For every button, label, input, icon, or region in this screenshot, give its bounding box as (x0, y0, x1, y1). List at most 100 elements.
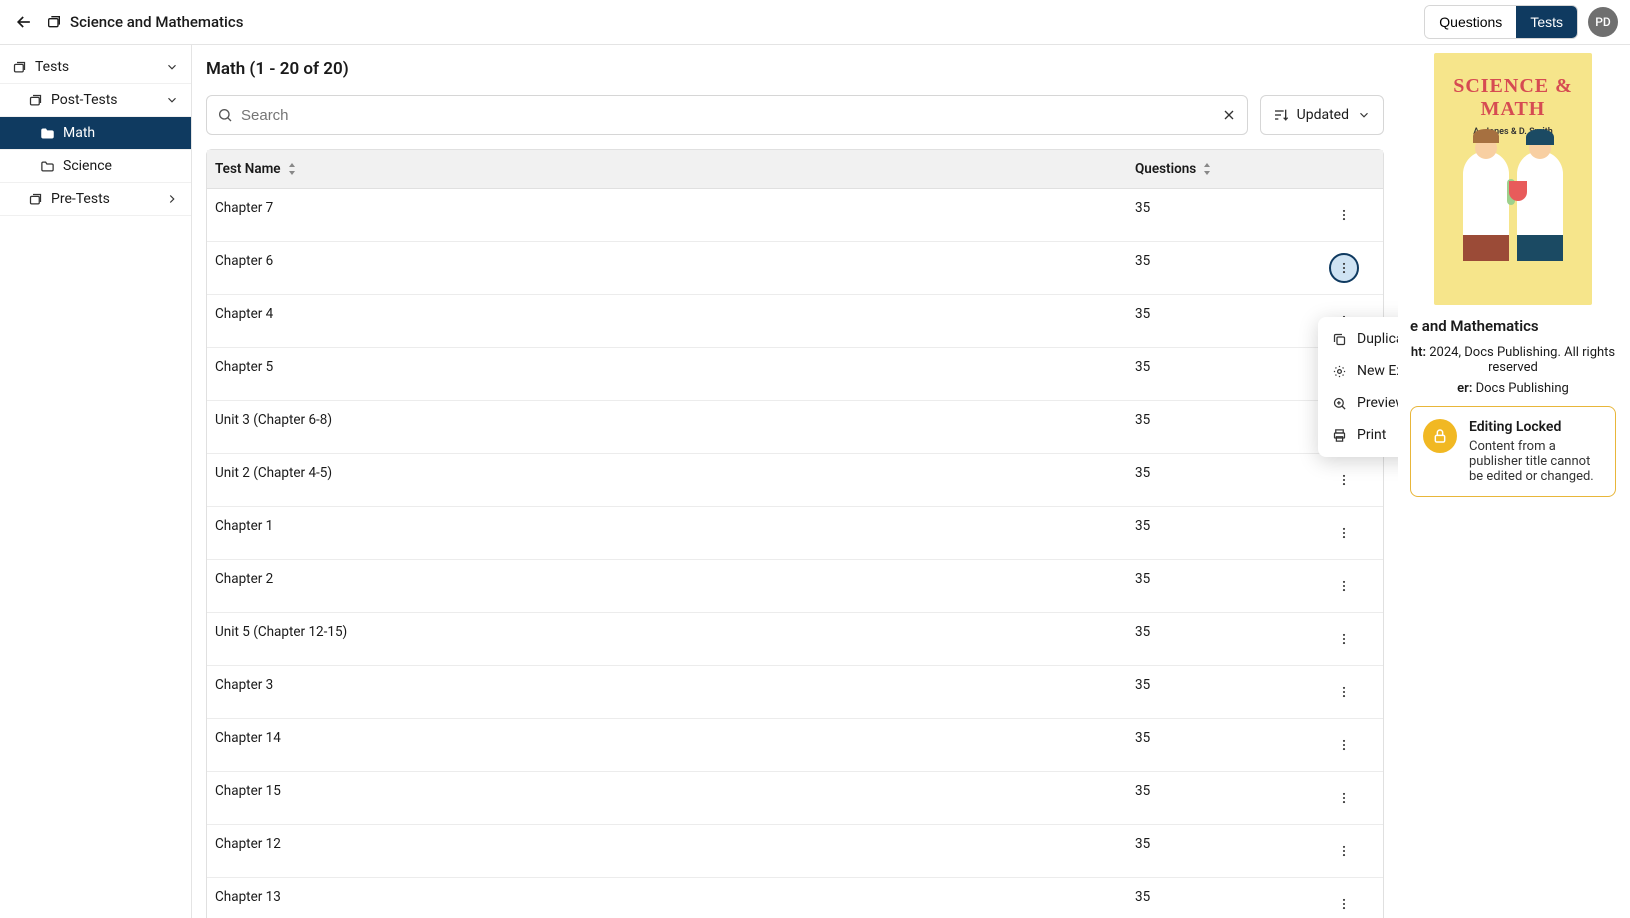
table-row[interactable]: Chapter 1335 (207, 878, 1383, 918)
close-icon (1221, 107, 1237, 123)
stack-icon (28, 192, 43, 207)
row-actions-menu: Duplicate New Exam Preview Print (1318, 317, 1398, 457)
cell-test-name: Chapter 13 (207, 878, 1127, 918)
lock-title: Editing Locked (1469, 419, 1603, 435)
print-icon (1332, 428, 1347, 443)
table-row[interactable]: Chapter 635 (207, 242, 1383, 295)
search-input[interactable] (233, 107, 1221, 124)
row-actions-button[interactable] (1329, 783, 1359, 813)
row-actions-button[interactable] (1329, 253, 1359, 283)
cell-test-name: Chapter 7 (207, 189, 1127, 241)
magic-icon (1332, 364, 1347, 379)
toggle-tests[interactable]: Tests (1516, 6, 1577, 38)
column-test-name[interactable]: Test Name (207, 150, 1127, 188)
book-cover: SCIENCE & MATH A. Jones & D. Smith (1434, 53, 1592, 305)
row-actions-button[interactable] (1329, 200, 1359, 230)
row-actions-button[interactable] (1329, 624, 1359, 654)
menu-print[interactable]: Print (1318, 419, 1398, 451)
page-breadcrumb-title: Science and Mathematics (70, 13, 243, 31)
menu-duplicate-label: Duplicate (1357, 331, 1398, 347)
table-row[interactable]: Unit 5 (Chapter 12-15)35 (207, 613, 1383, 666)
sidebar-item-label: Science (63, 158, 112, 174)
cell-actions (1305, 666, 1383, 718)
zoom-icon (1332, 396, 1347, 411)
cell-test-name: Chapter 15 (207, 772, 1127, 824)
column-test-name-label: Test Name (215, 161, 281, 177)
table-row[interactable]: Chapter 135 (207, 507, 1383, 560)
table-row[interactable]: Chapter 735 (207, 189, 1383, 242)
cell-actions (1305, 242, 1383, 294)
sidebar-item-science[interactable]: Science (0, 150, 191, 183)
cover-illustration (1463, 151, 1563, 261)
column-questions[interactable]: Questions (1127, 150, 1305, 188)
sidebar-item-math[interactable]: Math (0, 117, 191, 150)
sidebar-item-tests[interactable]: Tests (0, 51, 191, 84)
breadcrumb: Science and Mathematics (46, 13, 243, 31)
stack-icon (46, 14, 62, 30)
sidebar-item-label: Pre-Tests (51, 191, 110, 207)
table-header: Test Name Questions (207, 150, 1383, 189)
more-vertical-icon (1337, 526, 1351, 540)
row-actions-button[interactable] (1329, 571, 1359, 601)
menu-preview[interactable]: Preview (1318, 387, 1398, 419)
table-row[interactable]: Chapter 435 (207, 295, 1383, 348)
row-actions-button[interactable] (1329, 465, 1359, 495)
toggle-questions[interactable]: Questions (1425, 6, 1516, 38)
cell-questions: 35 (1127, 454, 1305, 506)
cell-test-name: Chapter 12 (207, 825, 1127, 877)
cell-questions: 35 (1127, 348, 1305, 400)
table-row[interactable]: Chapter 1235 (207, 825, 1383, 878)
cell-test-name: Chapter 2 (207, 560, 1127, 612)
header-left: Science and Mathematics (12, 10, 243, 34)
cell-questions: 35 (1127, 295, 1305, 347)
publisher-value: Docs Publishing (1472, 381, 1568, 396)
folder-icon (40, 126, 55, 141)
cell-test-name: Chapter 6 (207, 242, 1127, 294)
menu-new-exam[interactable]: New Exam (1318, 355, 1398, 387)
table-row[interactable]: Chapter 1535 (207, 772, 1383, 825)
cell-test-name: Chapter 1 (207, 507, 1127, 559)
cell-test-name: Unit 3 (Chapter 6-8) (207, 401, 1127, 453)
back-button[interactable] (12, 10, 36, 34)
table-row[interactable]: Chapter 335 (207, 666, 1383, 719)
cell-questions: 35 (1127, 507, 1305, 559)
avatar[interactable]: PD (1588, 7, 1618, 37)
table-row[interactable]: Chapter 235 (207, 560, 1383, 613)
content-area: Math (1 - 20 of 20) Updated (192, 45, 1398, 918)
sort-arrows-icon (1202, 163, 1212, 175)
table-row[interactable]: Chapter 535 (207, 348, 1383, 401)
chevron-down-icon (1357, 108, 1371, 122)
cell-actions (1305, 772, 1383, 824)
row-actions-button[interactable] (1329, 677, 1359, 707)
more-vertical-icon (1337, 579, 1351, 593)
folder-icon (40, 159, 55, 174)
cover-title-line1: SCIENCE & (1453, 75, 1573, 98)
cell-actions (1305, 189, 1383, 241)
row-actions-button[interactable] (1329, 730, 1359, 760)
panel-book-title: e and Mathematics (1410, 317, 1616, 335)
cell-actions (1305, 560, 1383, 612)
cell-actions (1305, 507, 1383, 559)
row-actions-button[interactable] (1329, 518, 1359, 548)
table-row[interactable]: Unit 2 (Chapter 4-5)35 (207, 454, 1383, 507)
row-actions-button[interactable] (1329, 836, 1359, 866)
sort-dropdown[interactable]: Updated (1260, 95, 1384, 135)
search-icon (217, 107, 233, 123)
table-row[interactable]: Unit 3 (Chapter 6-8)35 (207, 401, 1383, 454)
menu-duplicate[interactable]: Duplicate (1318, 323, 1398, 355)
cell-actions (1305, 719, 1383, 771)
sidebar: TestsPost-TestsMath Science Pre-Tests (0, 45, 192, 918)
clear-search-button[interactable] (1221, 107, 1237, 123)
row-actions-button[interactable] (1329, 889, 1359, 918)
chevron-down-icon (165, 93, 179, 107)
chevron-right-icon (165, 192, 179, 206)
sort-label: Updated (1297, 107, 1349, 123)
more-vertical-icon (1337, 738, 1351, 752)
search-field[interactable] (206, 95, 1248, 135)
stack-icon (28, 93, 43, 108)
cell-test-name: Chapter 5 (207, 348, 1127, 400)
sidebar-item-post-tests[interactable]: Post-Tests (0, 84, 191, 117)
table-row[interactable]: Chapter 1435 (207, 719, 1383, 772)
tests-table: Test Name Questions Chapter 735Chapter 6… (206, 149, 1384, 918)
sidebar-item-pre-tests[interactable]: Pre-Tests (0, 183, 191, 216)
